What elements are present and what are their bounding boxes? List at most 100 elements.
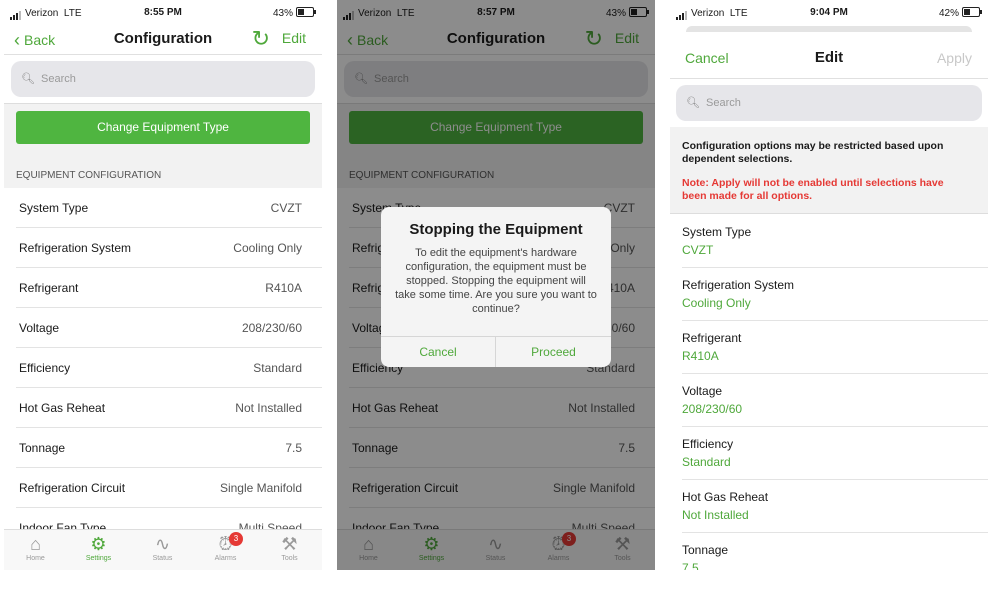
list-item[interactable]: Efficiency Standard [16, 348, 322, 388]
alarm-badge: 3 [229, 532, 243, 546]
row-label: Refrigeration System [19, 241, 132, 255]
row-label: System Type [19, 201, 89, 215]
chevron-left-icon: ‹ [14, 30, 20, 50]
back-button[interactable]: ‹ Back [14, 30, 55, 51]
edit-button[interactable]: Edit [282, 30, 306, 46]
tab-status[interactable]: ∿ Status [131, 530, 194, 562]
search-placeholder: Search [706, 97, 741, 109]
battery-icon [296, 7, 316, 17]
config-list: System Type CVZT Refrigeration System Cool… [4, 188, 322, 548]
tab-home[interactable]: ⌂ Home [4, 530, 67, 562]
battery-level: 43% [272, 8, 293, 19]
section-header-label: EQUIPMENT CONFIGURATION [16, 170, 162, 181]
row-label: Tonnage [682, 543, 729, 557]
row-value: Cooling Only [233, 241, 302, 255]
list-item[interactable]: Efficiency Standard [682, 427, 988, 480]
row-label: Hot Gas Reheat [19, 401, 106, 415]
list-item[interactable]: System Type CVZT [16, 188, 322, 228]
row-value: R410A [682, 349, 719, 363]
nav-bar: ‹ Back Configuration ↻ Edit [4, 26, 322, 55]
cancel-button[interactable]: Cancel [381, 337, 496, 367]
tab-bar: ⌂ Home ⚙ Settings ∿ Status ⏰︎ 3 Alarms ⚒ Tools [4, 529, 322, 570]
edit-option-list: System Type CVZT Refrigeration System Cool… [670, 215, 988, 570]
row-label: Voltage [682, 384, 723, 398]
search-area: 🔍︎ Search [4, 55, 322, 103]
row-value: CVZT [270, 201, 302, 215]
status-bar: Verizon LTE 9:04 PM 42% [670, 0, 988, 26]
list-item[interactable]: Refrigeration System Cooling Only [16, 228, 322, 268]
row-value: CVZT [682, 243, 714, 257]
row-value: 208/230/60 [682, 402, 743, 416]
battery: 42% [938, 7, 982, 19]
list-item[interactable]: Refrigeration System Cooling Only [682, 268, 988, 321]
tools-icon: ⚒ [281, 534, 298, 554]
list-item[interactable]: Voltage 208/230/60 [16, 308, 322, 348]
alert-message: To edit the equipment's hardware configu… [395, 247, 597, 315]
row-value: 7.5 [285, 441, 302, 455]
configuration-screen: Verizon LTE 8:55 PM 43% ‹ Back Configurat… [4, 0, 322, 570]
alert-title: Stopping the Equipment [409, 221, 583, 238]
list-item[interactable]: System Type CVZT [682, 215, 988, 268]
sheet-edge [686, 26, 972, 32]
list-item[interactable]: Voltage 208/230/60 [682, 374, 988, 427]
row-label: Tonnage [19, 441, 66, 455]
row-label: Hot Gas Reheat [682, 490, 769, 504]
info-box: Configuration options may be restricted … [670, 127, 988, 214]
tab-tools[interactable]: ⚒ Tools [258, 530, 321, 562]
list-item[interactable]: Tonnage 7.5 [16, 428, 322, 468]
alarm-clock-icon: ⏰︎ [218, 534, 233, 554]
search-area: 🔍︎ Search [670, 79, 988, 127]
battery: 43% [272, 7, 316, 19]
refresh-icon[interactable]: ↻ [252, 26, 270, 52]
list-item[interactable]: Hot Gas Reheat Not Installed [16, 388, 322, 428]
list-item[interactable]: Hot Gas Reheat Not Installed [682, 480, 988, 533]
home-icon: ⌂ [30, 534, 41, 554]
row-value: Standard [253, 361, 302, 375]
tab-alarms[interactable]: ⏰︎ 3 Alarms [194, 530, 257, 562]
tab-settings[interactable]: ⚙ Settings [67, 530, 130, 562]
alert-buttons: Cancel Proceed [381, 336, 611, 367]
list-item[interactable]: Refrigerant R410A [16, 268, 322, 308]
row-label: Voltage [19, 321, 60, 335]
stop-equipment-alert: Stopping the Equipment To edit the equip… [381, 207, 611, 367]
search-icon: 🔍︎ [686, 97, 700, 109]
edit-configuration-screen: Verizon LTE 9:04 PM 42% Cancel Edit Appl… [670, 0, 988, 570]
proceed-button[interactable]: Proceed [496, 337, 611, 367]
search-placeholder: Search [41, 73, 76, 85]
row-value: Not Installed [682, 508, 749, 522]
row-label: System Type [682, 225, 752, 239]
battery-level: 42% [938, 8, 959, 19]
tab-label: Settings [85, 555, 112, 562]
row-label: Efficiency [19, 361, 71, 375]
row-label: Refrigerant [19, 281, 79, 295]
list-item[interactable]: Tonnage 7.5 [682, 533, 988, 570]
tab-label: Home [26, 555, 45, 562]
row-label: Efficiency [682, 437, 734, 451]
search-input[interactable]: 🔍︎ Search [11, 61, 315, 97]
row-value: Cooling Only [682, 296, 751, 310]
search-input[interactable]: 🔍︎ Search [676, 85, 982, 121]
configuration-screen-with-alert: Verizon LTE 8:57 PM 43% ‹ Back Configurat… [337, 0, 655, 570]
cancel-button[interactable]: Cancel [685, 50, 729, 66]
row-label: Refrigerant [682, 331, 742, 345]
battery-icon [962, 7, 982, 17]
list-item[interactable]: Refrigeration Circuit Single Manifold [16, 468, 322, 508]
search-icon: 🔍︎ [21, 73, 35, 85]
status-bar: Verizon LTE 8:55 PM 43% [4, 0, 322, 26]
tab-label: Status [152, 555, 173, 562]
tab-label: Alarms [214, 555, 237, 562]
row-value: R410A [265, 281, 302, 295]
change-equipment-type-button[interactable]: Change Equipment Type [16, 111, 310, 144]
trend-icon: ∿ [154, 534, 171, 554]
row-label: Refrigeration System [682, 278, 795, 292]
list-item[interactable]: Refrigerant R410A [682, 321, 988, 374]
row-value: 208/230/60 [241, 321, 302, 335]
section-header: EQUIPMENT CONFIGURATION [4, 152, 322, 188]
row-value: Single Manifold [219, 481, 302, 495]
apply-button[interactable]: Apply [937, 50, 972, 66]
row-value: Not Installed [235, 401, 302, 415]
tab-label: Tools [281, 555, 298, 562]
row-label: Refrigeration Circuit [19, 481, 126, 495]
apply-warning: Note: Apply will not be enabled until se… [682, 177, 944, 202]
action-area: Change Equipment Type [4, 103, 322, 153]
